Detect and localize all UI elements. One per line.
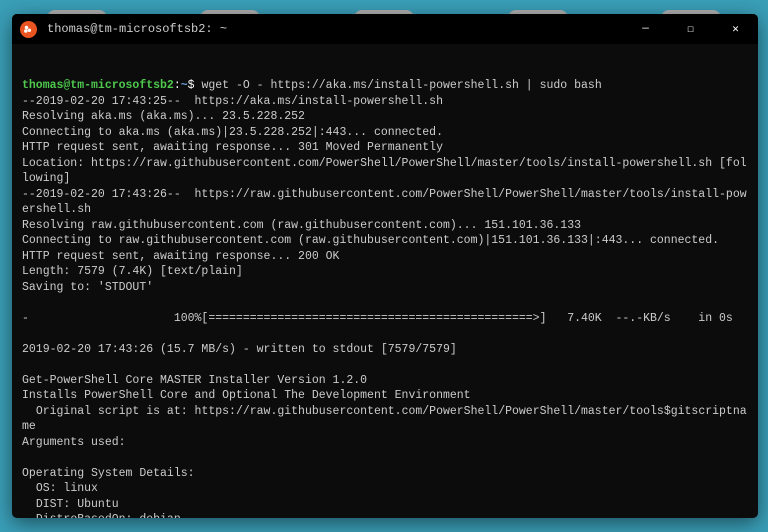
output-line: 2019-02-20 17:43:26 (15.7 MB/s) - writte… — [22, 342, 748, 358]
output-line: HTTP request sent, awaiting response... … — [22, 249, 748, 265]
output-line — [22, 357, 748, 373]
close-button[interactable]: ✕ — [713, 14, 758, 44]
output-line: DIST: Ubuntu — [22, 497, 748, 513]
prompt-user: thomas@tm-microsoftsb2 — [22, 79, 174, 92]
output-line: Connecting to aka.ms (aka.ms)|23.5.228.2… — [22, 125, 748, 141]
prompt-colon: : — [174, 79, 181, 92]
output-line: OS: linux — [22, 481, 748, 497]
output-line — [22, 450, 748, 466]
prompt-line: thomas@tm-microsoftsb2:~$ wget -O - http… — [22, 78, 748, 94]
output-line: Resolving aka.ms (aka.ms)... 23.5.228.25… — [22, 109, 748, 125]
output-line: Length: 7579 (7.4K) [text/plain] — [22, 264, 748, 280]
window-title: thomas@tm-microsoftsb2: ~ — [47, 22, 623, 36]
output-line: --2019-02-20 17:43:26-- https://raw.gith… — [22, 187, 748, 218]
prompt-path: ~ — [181, 79, 188, 92]
output-line: DistroBasedOn: debian — [22, 512, 748, 518]
ubuntu-icon — [20, 21, 37, 38]
output-line — [22, 326, 748, 342]
prompt-dollar: $ — [188, 79, 202, 92]
output-line — [22, 295, 748, 311]
output-line: Saving to: 'STDOUT' — [22, 280, 748, 296]
window-controls: — ☐ ✕ — [623, 14, 758, 44]
terminal-window: thomas@tm-microsoftsb2: ~ — ☐ ✕ thomas@t… — [12, 14, 758, 518]
output-line: Location: https://raw.githubusercontent.… — [22, 156, 748, 187]
output-line: Installs PowerShell Core and Optional Th… — [22, 388, 748, 404]
output-line: HTTP request sent, awaiting response... … — [22, 140, 748, 156]
terminal-content[interactable]: thomas@tm-microsoftsb2:~$ wget -O - http… — [12, 44, 758, 518]
minimize-button[interactable]: — — [623, 14, 668, 44]
output-line: Connecting to raw.githubusercontent.com … — [22, 233, 748, 249]
titlebar[interactable]: thomas@tm-microsoftsb2: ~ — ☐ ✕ — [12, 14, 758, 44]
output-line: Resolving raw.githubusercontent.com (raw… — [22, 218, 748, 234]
output-line: Arguments used: — [22, 435, 748, 451]
output-line: --2019-02-20 17:43:25-- https://aka.ms/i… — [22, 94, 748, 110]
output-line: - 100%[=================================… — [22, 311, 748, 327]
maximize-button[interactable]: ☐ — [668, 14, 713, 44]
output-line: Get-PowerShell Core MASTER Installer Ver… — [22, 373, 748, 389]
output-line: Operating System Details: — [22, 466, 748, 482]
command-text: wget -O - https://aka.ms/install-powersh… — [201, 79, 601, 92]
output-line: Original script is at: https://raw.githu… — [22, 404, 748, 435]
